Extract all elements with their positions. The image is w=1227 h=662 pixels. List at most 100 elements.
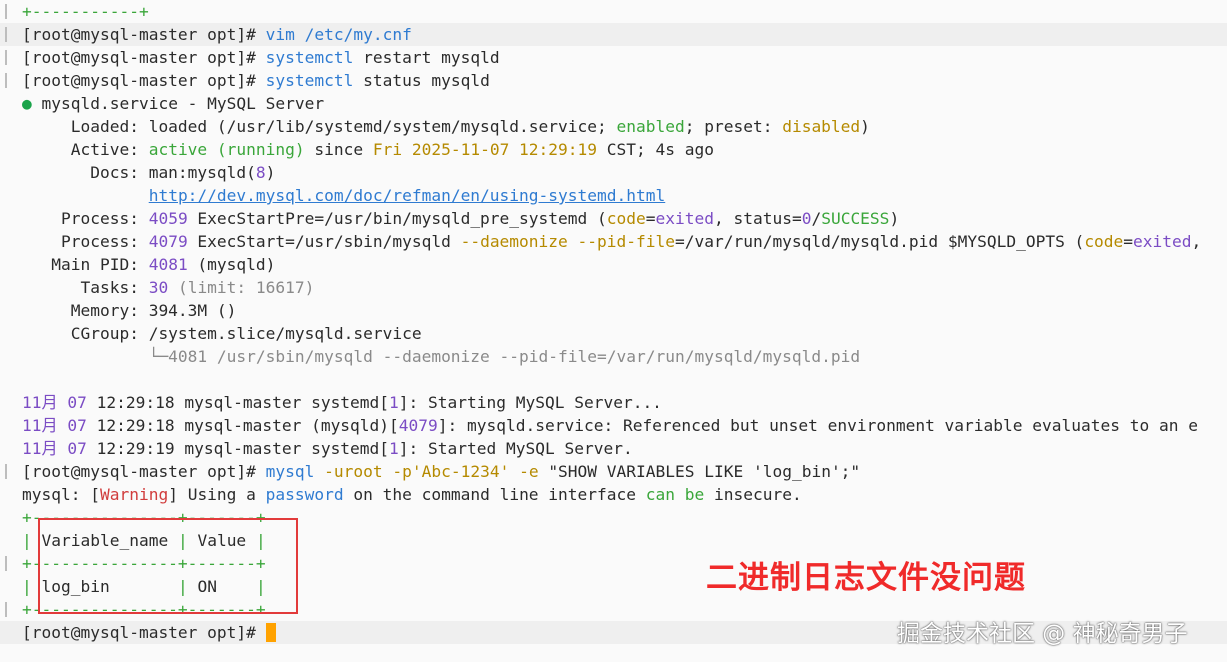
- text-segment: ]: Starting MySQL Server...: [398, 393, 662, 412]
- line-text: ● mysqld.service - MySQL Server: [22, 92, 324, 115]
- text-segment: disabled: [782, 117, 861, 136]
- text-segment: exited: [655, 209, 714, 228]
- gutter-marker: [0, 460, 14, 483]
- terminal-line: [root@mysql-master opt]# systemctl statu…: [0, 69, 1227, 92]
- terminal-line: Docs: man:mysqld(8): [0, 161, 1227, 184]
- text-segment: Loaded: loaded (: [22, 117, 227, 136]
- line-text: 11月 07 12:29:19 mysql-master systemd[1]:…: [22, 437, 633, 460]
- text-segment: Warning: [99, 485, 169, 504]
- text-segment[interactable]: http://dev.mysql.com/doc/refman/en/using…: [149, 186, 666, 205]
- text-segment: vim: [265, 25, 295, 44]
- text-segment: 1: [389, 439, 399, 458]
- text-segment: CGroup: /system.slice/mysqld.service: [22, 324, 422, 343]
- line-text: Memory: 394.3M (): [22, 299, 237, 322]
- text-segment: [root@mysql-master opt]#: [22, 623, 266, 642]
- line-text: mysql: [Warning] Using a password on the…: [22, 483, 802, 506]
- text-segment: ●: [22, 94, 32, 113]
- text-segment: ,: [1191, 232, 1202, 251]
- text-segment: 11月 07: [22, 416, 87, 435]
- terminal-line: ● mysqld.service - MySQL Server: [0, 92, 1227, 115]
- line-text: CGroup: /system.slice/mysqld.service: [22, 322, 422, 345]
- line-text: Docs: man:mysqld(8): [22, 161, 275, 184]
- text-segment: since: [304, 140, 373, 159]
- terminal-line: [root@mysql-master opt]# vim /etc/my.cnf: [0, 23, 1227, 46]
- highlight-box: [38, 518, 298, 614]
- text-segment: "SHOW VARIABLES LIKE 'log_bin';": [548, 462, 861, 481]
- text-segment: ]: Started MySQL Server.: [398, 439, 633, 458]
- text-segment: Process:: [22, 232, 149, 251]
- text-segment: [root@mysql-master opt]#: [22, 462, 266, 481]
- text-segment: code: [606, 209, 646, 228]
- text-segment: (mysqld): [187, 255, 276, 274]
- text-segment: , status=: [713, 209, 802, 228]
- terminal-line: [root@mysql-master opt]# mysql -uroot -p…: [0, 460, 1227, 483]
- text-segment: /usr/lib/systemd/system/mysqld.service;: [226, 117, 617, 136]
- text-segment: 4059: [148, 209, 188, 228]
- text-segment: =: [645, 209, 656, 228]
- text-segment: 4079: [148, 232, 188, 251]
- text-segment: password: [265, 485, 344, 504]
- text-segment: 0: [801, 209, 812, 228]
- text-segment: [root@mysql-master opt]#: [22, 48, 266, 67]
- line-text: Tasks: 30 (limit: 16617): [22, 276, 314, 299]
- text-segment: 'Abc-1234': [411, 462, 510, 481]
- line-text: Main PID: 4081 (mysqld): [22, 253, 275, 276]
- text-segment: /etc/my.cnf: [294, 25, 412, 44]
- text-segment: on the command line interface: [343, 485, 646, 504]
- line-text: [root@mysql-master opt]# systemctl statu…: [22, 69, 490, 92]
- terminal-line: └─4081 /usr/sbin/mysqld --daemonize --pi…: [0, 345, 1227, 368]
- text-segment: mysql: [: [22, 485, 100, 504]
- text-segment: systemctl: [265, 71, 354, 90]
- gutter-marker: [0, 69, 14, 92]
- text-segment: Process:: [22, 209, 149, 228]
- text-segment: Active:: [22, 140, 149, 159]
- terminal-line: [root@mysql-master opt]# systemctl resta…: [0, 46, 1227, 69]
- text-segment: Fri 2025-11-07 12:29:19: [372, 140, 598, 159]
- line-text: Active: active (running) since Fri 2025-…: [22, 138, 714, 161]
- terminal-line: Process: 4059 ExecStartPre=/usr/bin/mysq…: [0, 207, 1227, 230]
- text-segment: 4081: [148, 255, 188, 274]
- text-segment: 11月 07: [22, 439, 87, 458]
- terminal-line: Active: active (running) since Fri 2025-…: [0, 138, 1227, 161]
- text-segment: [22, 186, 149, 205]
- text-segment: =: [1123, 232, 1134, 251]
- gutter-marker: [0, 0, 14, 23]
- line-text: [root@mysql-master opt]# systemctl resta…: [22, 46, 500, 69]
- text-segment: -e: [509, 462, 549, 481]
- text-segment: +-----------+: [22, 2, 149, 21]
- line-text: +-----------+: [22, 0, 149, 23]
- terminal-line: CGroup: /system.slice/mysqld.service: [0, 322, 1227, 345]
- terminal-line: mysql: [Warning] Using a password on the…: [0, 483, 1227, 506]
- text-segment: 12:29:18 mysql-master (mysqld)[: [86, 416, 399, 435]
- text-segment: Docs: man:mysqld(: [22, 163, 256, 182]
- text-segment: mysqld.service - MySQL Server: [31, 94, 325, 113]
- text-segment: insecure.: [704, 485, 802, 504]
- terminal-line: 11月 07 12:29:18 mysql-master (mysqld)[40…: [0, 414, 1227, 437]
- text-segment: ExecStartPre=/usr/bin/mysqld_pre_systemd…: [187, 209, 607, 228]
- line-text: 11月 07 12:29:18 mysql-master systemd[1]:…: [22, 391, 662, 414]
- line-text: Process: 4059 ExecStartPre=/usr/bin/mysq…: [22, 207, 899, 230]
- terminal-line: Process: 4079 ExecStart=/usr/sbin/mysqld…: [0, 230, 1227, 253]
- terminal-line: +-----------+: [0, 0, 1227, 23]
- line-text: [root@mysql-master opt]#: [22, 621, 276, 644]
- text-segment: Memory: 394.3M (): [22, 301, 237, 320]
- text-segment: SUCCESS: [821, 209, 890, 228]
- text-segment: ; preset:: [684, 117, 783, 136]
- text-segment: ): [889, 209, 900, 228]
- text-segment: ]: mysqld.service: Referenced but unset …: [437, 416, 1198, 435]
- text-segment: ] Using a: [168, 485, 266, 504]
- text-segment: code: [1084, 232, 1124, 251]
- cursor: [265, 623, 276, 642]
- text-segment: ExecStart=/usr/sbin/mysqld: [187, 232, 461, 251]
- text-segment: mysql: [265, 462, 315, 481]
- text-segment: ): [860, 117, 870, 136]
- text-segment: 12:29:18 mysql-master systemd[: [86, 393, 390, 412]
- text-segment: =/var/run/mysqld/mysqld.pid $MYSQLD_OPTS…: [674, 232, 1085, 251]
- terminal-line: Memory: 394.3M (): [0, 299, 1227, 322]
- text-segment: /: [811, 209, 822, 228]
- text-segment: can be: [645, 485, 705, 504]
- line-text: Loaded: loaded (/usr/lib/systemd/system/…: [22, 115, 870, 138]
- text-segment: enabled: [616, 117, 685, 136]
- text-segment: ): [265, 163, 276, 182]
